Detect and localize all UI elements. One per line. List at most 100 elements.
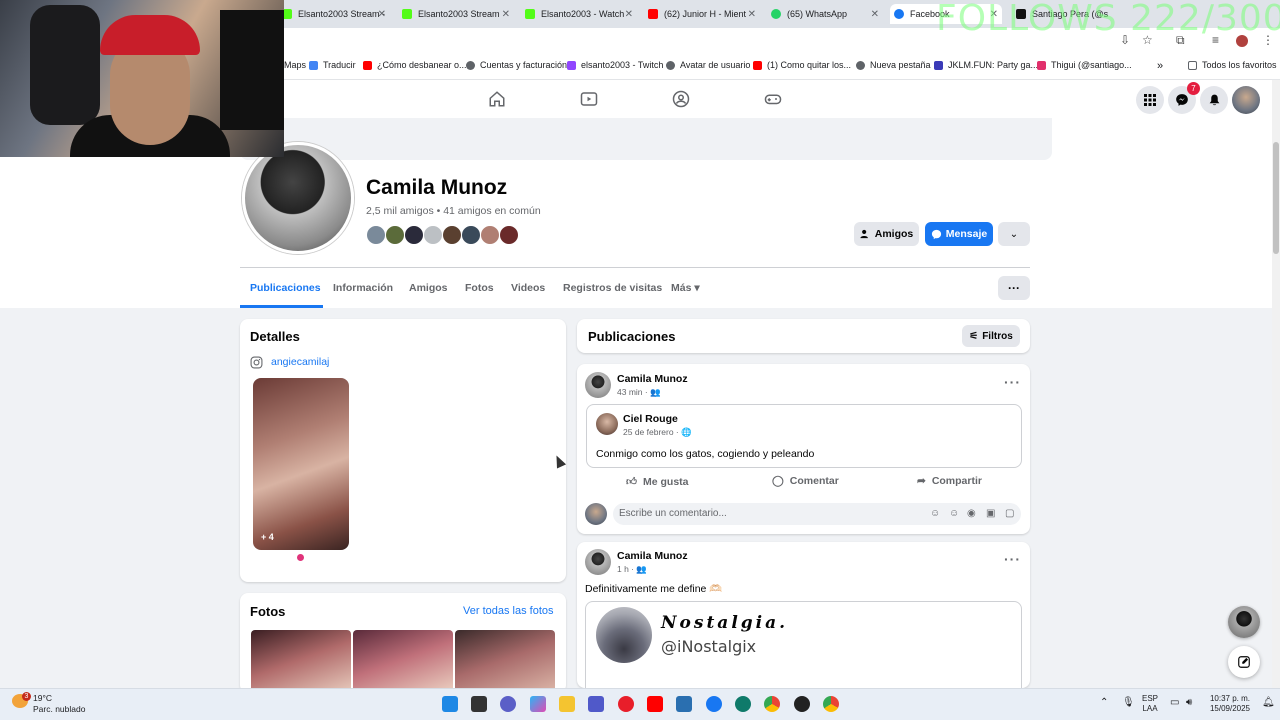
windows-start-icon[interactable] [442, 696, 458, 712]
more-options-icon[interactable]: ··· [998, 276, 1030, 300]
mutual-friend-avatar[interactable] [461, 225, 481, 245]
instagram-link[interactable]: angiecamilaj [271, 356, 329, 368]
edge-icon[interactable] [735, 696, 751, 712]
bookmark-item[interactable]: Maps [284, 60, 306, 70]
tray-overflow-icon[interactable]: ⌃ [1100, 698, 1108, 708]
bookmark-item[interactable]: ¿Cómo desbanear o... [363, 60, 467, 70]
like-button[interactable]: 👍︎ Me gusta [626, 475, 689, 489]
home-icon[interactable] [488, 90, 506, 108]
volume-icon[interactable]: 🔊︎ [1186, 698, 1192, 708]
emoji-icon[interactable]: ☺ [949, 508, 959, 519]
close-tab-icon[interactable]: ✕ [748, 9, 756, 20]
language-indicator[interactable]: ESP LAA [1142, 694, 1158, 714]
comment-input[interactable]: Escribe un comentario... [613, 503, 1021, 525]
chat-app-icon[interactable] [500, 696, 516, 712]
mutual-friend-avatar[interactable] [423, 225, 443, 245]
bookmark-item[interactable]: Thigui (@santiago... [1037, 60, 1132, 70]
bookmark-item[interactable]: Traducir [309, 60, 356, 70]
shared-author-avatar[interactable] [596, 413, 618, 435]
obs-icon[interactable] [794, 696, 810, 712]
mutual-friend-avatar[interactable] [366, 225, 386, 245]
tab-fotos[interactable]: Fotos [465, 282, 494, 294]
browser-tab[interactable]: (65) WhatsApp ✕ [771, 4, 879, 24]
friends-button[interactable]: Amigos [854, 222, 919, 246]
mutual-friend-avatar[interactable] [442, 225, 462, 245]
bookmark-item[interactable]: Avatar de usuario [666, 60, 750, 70]
comment-button[interactable]: ◯ Comentar [772, 475, 839, 487]
gaming-icon[interactable] [764, 90, 782, 108]
message-button[interactable]: Mensaje [925, 222, 993, 246]
chrome-icon[interactable] [764, 696, 780, 712]
profile-picture[interactable] [242, 142, 354, 254]
bookmark-item[interactable]: (1) Como quitar los... [753, 60, 851, 70]
weather-widget[interactable]: 19°C Parc. nublado [33, 693, 85, 715]
teams-icon[interactable] [588, 696, 604, 712]
app-icon[interactable] [676, 696, 692, 712]
microphone-icon[interactable]: 🎙︎ [1122, 698, 1135, 708]
tab-registros[interactable]: Registros de visitas [563, 282, 662, 294]
bookmark-item[interactable]: elsanto2003 - Twitch [567, 60, 663, 70]
post-time[interactable]: 1 h · 👥 [617, 564, 647, 575]
friends-count-link[interactable]: 2,5 mil amigos • 41 amigos en común [366, 205, 541, 217]
commenter-avatar[interactable] [585, 503, 607, 525]
account-avatar[interactable] [1232, 86, 1260, 114]
see-all-photos-link[interactable]: Ver todas las fotos [463, 605, 554, 617]
post-author[interactable]: Camila Munoz [617, 373, 688, 385]
tab-videos[interactable]: Videos [511, 282, 545, 294]
chat-head-avatar[interactable] [1228, 606, 1260, 638]
mutual-friend-avatar[interactable] [499, 225, 519, 245]
close-tab-icon[interactable]: ✕ [502, 9, 510, 20]
chrome-profile-icon[interactable] [823, 696, 839, 712]
shared-profile-image[interactable] [596, 607, 652, 663]
tab-informacion[interactable]: Información [333, 282, 393, 294]
gif-icon[interactable]: ▣ [986, 508, 995, 519]
all-bookmarks-folder[interactable]: Todos los favoritos [1188, 60, 1277, 70]
new-message-icon[interactable] [1228, 646, 1260, 678]
mutual-friend-avatar[interactable] [404, 225, 424, 245]
photo-thumbnail[interactable] [251, 630, 351, 688]
author-avatar[interactable] [585, 372, 611, 398]
groups-icon[interactable] [672, 90, 690, 108]
close-tab-icon[interactable]: ✕ [625, 9, 633, 20]
filters-button[interactable]: ⚟ Filtros [962, 325, 1020, 347]
browser-tab[interactable]: (62) Junior H - Mient ✕ [648, 4, 756, 24]
bookmark-item[interactable]: Cuentas y facturación [466, 60, 567, 70]
cover-photo[interactable] [240, 118, 1052, 160]
browser-tab[interactable]: Elsanto2003 Stream ✕ [402, 4, 510, 24]
post-options-icon[interactable]: ··· [1004, 551, 1021, 567]
task-view-icon[interactable] [471, 696, 487, 712]
copilot-icon[interactable] [530, 696, 546, 712]
photo-thumbnail[interactable] [455, 630, 555, 688]
bookmark-item[interactable]: Nueva pestaña [856, 60, 931, 70]
post-author[interactable]: Camila Munoz [617, 550, 688, 562]
tab-mas[interactable]: Más ▾ [671, 282, 700, 294]
featured-photo[interactable] [253, 378, 349, 550]
camera-icon[interactable]: ◉ [967, 508, 976, 519]
notifications-bell-icon[interactable] [1200, 86, 1228, 114]
mutual-friend-avatar[interactable] [385, 225, 405, 245]
opera-icon[interactable] [618, 696, 634, 712]
facebook-app-icon[interactable] [706, 696, 722, 712]
avatar-sticker-icon[interactable]: ☺ [930, 508, 940, 519]
bookmark-item[interactable]: JKLM.FUN: Party ga... [934, 60, 1038, 70]
notification-center-icon[interactable]: 🔔︎ [1262, 698, 1275, 708]
browser-tab[interactable]: Elsanto2003 Stream - ✕ [282, 4, 386, 24]
menu-grid-icon[interactable] [1136, 86, 1164, 114]
close-tab-icon[interactable]: ✕ [378, 9, 386, 20]
shared-author[interactable]: Ciel Rouge [623, 413, 678, 425]
author-avatar[interactable] [585, 549, 611, 575]
browser-tab[interactable]: Elsanto2003 - Watch ✕ [525, 4, 633, 24]
sticker-icon[interactable]: ▢ [1005, 508, 1014, 519]
shared-profile-card[interactable] [585, 601, 1022, 691]
share-button[interactable]: ➦ Compartir [917, 475, 982, 487]
clock[interactable]: 10:37 p. m. 15/09/2025 [1205, 694, 1255, 714]
post-time[interactable]: 43 min · 👥 [617, 387, 661, 398]
tab-publicaciones[interactable]: Publicaciones [250, 282, 321, 294]
youtube-app-icon[interactable] [647, 696, 663, 712]
mutual-friend-avatar[interactable] [480, 225, 500, 245]
network-icon[interactable]: ▭ [1170, 698, 1179, 708]
more-bookmarks-icon[interactable]: » [1157, 60, 1163, 72]
file-explorer-icon[interactable] [559, 696, 575, 712]
close-tab-icon[interactable]: ✕ [871, 9, 879, 20]
tab-amigos[interactable]: Amigos [409, 282, 448, 294]
